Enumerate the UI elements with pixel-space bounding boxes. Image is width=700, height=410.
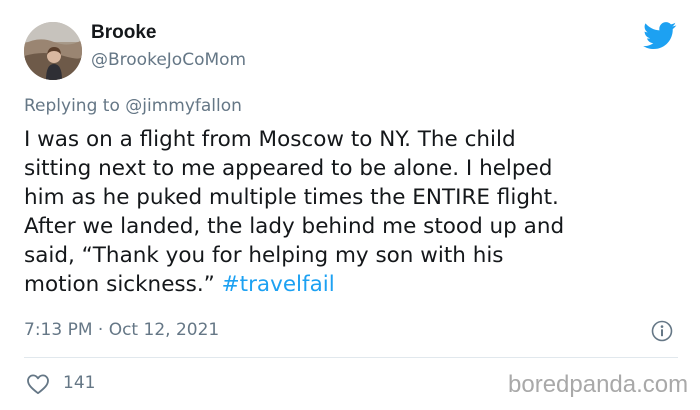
author-handle[interactable]: @BrookeJoCoMom [91,50,246,70]
info-icon[interactable] [651,320,673,342]
reply-context: Replying to @jimmyfallon [24,96,242,116]
avatar-image [24,22,82,80]
tweet-text: I was on a flight from Moscow to NY. The… [24,125,684,299]
reply-mention-link[interactable]: @jimmyfallon [125,96,242,116]
author-name[interactable]: Brooke [91,22,156,44]
like-count: 141 [63,373,96,393]
tweet-card: Brooke @BrookeJoCoMom Replying to @jimmy… [0,0,700,410]
divider [24,357,678,358]
avatar[interactable] [24,22,82,80]
twitter-bird-icon[interactable] [643,22,677,50]
tweet-timestamp[interactable]: 7:13 PM · Oct 12, 2021 [24,320,219,340]
heart-icon[interactable] [26,373,50,395]
hashtag-link[interactable]: #travelfail [222,272,335,297]
watermark: boredpanda.com [508,371,689,398]
reply-prefix: Replying to [24,96,120,116]
